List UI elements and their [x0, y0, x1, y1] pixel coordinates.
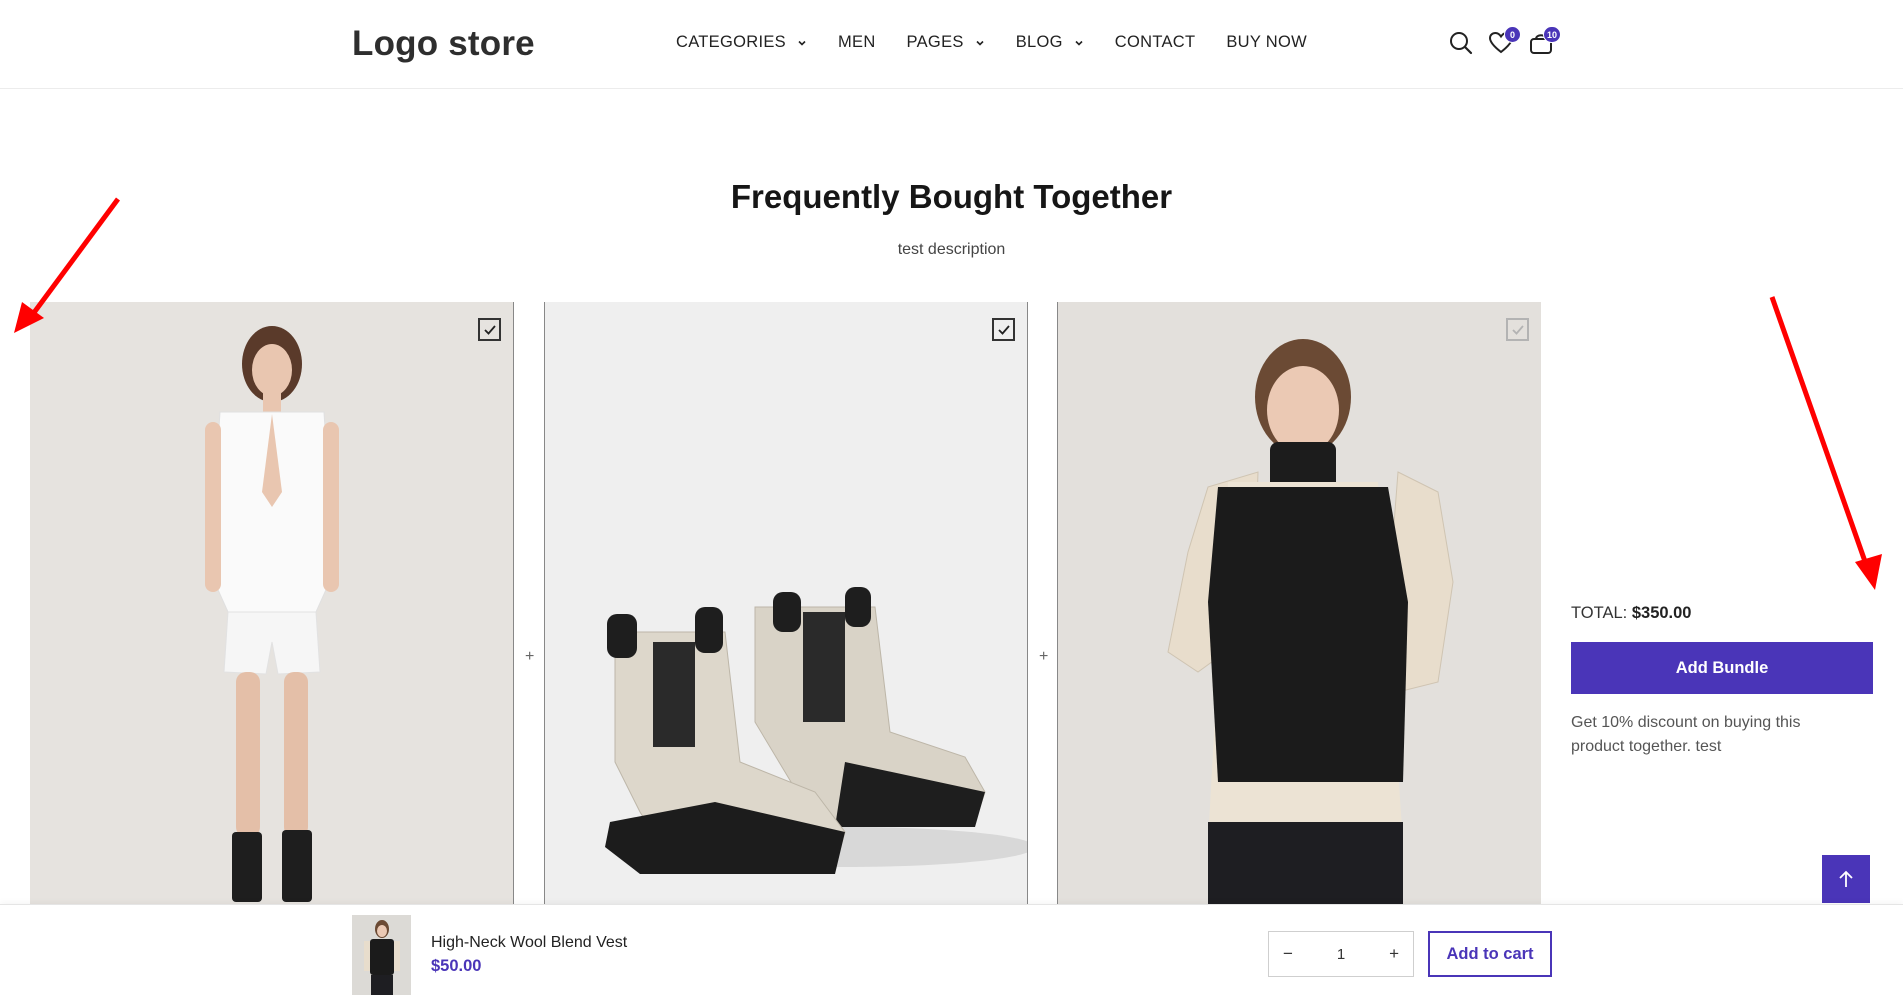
sticky-product-thumbnail: [352, 915, 411, 995]
nav-label: BLOG: [1015, 33, 1063, 51]
chevron-down-icon: [1075, 40, 1083, 46]
cart-count-badge: 10: [1542, 26, 1561, 43]
nav-label: BUY NOW: [1226, 33, 1308, 51]
product-checkbox[interactable]: [478, 318, 501, 341]
nav-label: PAGES: [906, 33, 964, 51]
logo[interactable]: Logo store: [352, 24, 535, 64]
product-image: [545, 302, 1027, 904]
back-to-top-button[interactable]: [1822, 855, 1870, 903]
total-label: TOTAL:: [1571, 604, 1628, 622]
section-title: Frequently Bought Together: [730, 178, 1173, 215]
bundle-total: TOTAL: $350.00: [1571, 604, 1692, 623]
total-value: $350.00: [1631, 604, 1692, 622]
cart-button[interactable]: 10: [1528, 26, 1561, 56]
site-header: Logo store CATEGORIES MEN PAGES BLOG CON…: [0, 0, 1903, 89]
chevron-down-icon: [798, 40, 806, 46]
checkmark-icon: [483, 324, 496, 335]
plus-separator: +: [525, 648, 535, 665]
product-thumbnail-image: [352, 915, 411, 995]
bundle-product-card[interactable]: [30, 302, 514, 904]
checkmark-icon: [997, 324, 1010, 335]
quantity-value[interactable]: 1: [1337, 946, 1345, 963]
annotation-arrow-right: [1769, 296, 1882, 590]
nav-label: MEN: [837, 33, 876, 51]
increase-quantity-button[interactable]: +: [1389, 944, 1399, 964]
bundle-product-card[interactable]: [544, 302, 1028, 904]
sticky-add-to-cart-bar: High-Neck Wool Blend Vest $50.00 − 1 + A…: [0, 904, 1903, 1003]
product-image: [1058, 302, 1541, 904]
search-button[interactable]: [1448, 30, 1474, 56]
bundle-product-card[interactable]: [1057, 302, 1541, 904]
product-checkbox[interactable]: [992, 318, 1015, 341]
decrease-quantity-button[interactable]: −: [1283, 944, 1293, 964]
chevron-down-icon: [976, 40, 984, 46]
add-to-cart-button[interactable]: Add to cart: [1428, 931, 1552, 977]
bundle-discount-note: Get 10% discount on buying this product …: [1571, 714, 1801, 755]
arrow-up-icon: [1839, 870, 1853, 887]
product-checkbox[interactable]: [1506, 318, 1529, 341]
product-image: [30, 302, 513, 904]
sticky-product-name: High-Neck Wool Blend Vest: [431, 934, 628, 951]
nav-item-buy-now[interactable]: BUY NOW: [1226, 33, 1307, 52]
nav-item-categories[interactable]: CATEGORIES: [676, 33, 807, 52]
nav-item-contact[interactable]: CONTACT: [1115, 33, 1196, 52]
nav-item-blog[interactable]: BLOG: [1016, 33, 1084, 52]
section-description: test description: [897, 241, 1006, 258]
wishlist-count-badge: 0: [1504, 26, 1521, 43]
search-icon: [1450, 32, 1473, 55]
header-icons: 0 10: [1448, 26, 1568, 56]
wishlist-button[interactable]: 0: [1488, 26, 1521, 56]
plus-separator: +: [1039, 648, 1049, 665]
add-bundle-button[interactable]: Add Bundle: [1571, 642, 1873, 694]
nav-item-men[interactable]: MEN: [838, 33, 876, 52]
nav-item-pages[interactable]: PAGES: [907, 33, 985, 52]
sticky-product-price: $50.00: [431, 957, 482, 975]
nav-label: CATEGORIES: [676, 33, 786, 51]
nav-label: CONTACT: [1114, 33, 1196, 51]
quantity-stepper: − 1 +: [1268, 931, 1414, 977]
checkmark-icon: [1511, 324, 1524, 335]
main-nav: CATEGORIES MEN PAGES BLOG CONTACT BUY NO…: [676, 33, 1338, 52]
